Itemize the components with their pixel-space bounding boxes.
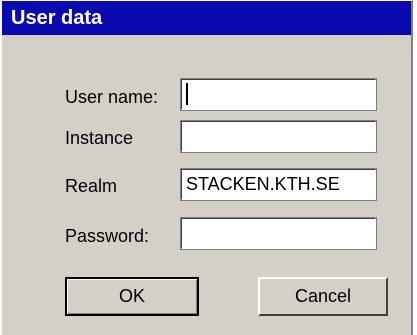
- realm-field[interactable]: [180, 168, 377, 201]
- instance-label: Instance: [65, 128, 134, 148]
- password-field[interactable]: [180, 217, 377, 250]
- instance-field[interactable]: [180, 120, 377, 153]
- realm-label: Realm: [65, 176, 118, 196]
- password-label: Password:: [65, 226, 150, 246]
- user-data-dialog: User data User name: Instance Realm Pass…: [0, 0, 413, 335]
- user-name-field[interactable]: [180, 78, 377, 111]
- dialog-title: User data: [2, 1, 411, 35]
- ok-button[interactable]: OK: [65, 277, 199, 316]
- text-caret: [186, 83, 188, 105]
- user-name-label: User name:: [65, 87, 159, 107]
- cancel-button[interactable]: Cancel: [258, 277, 388, 316]
